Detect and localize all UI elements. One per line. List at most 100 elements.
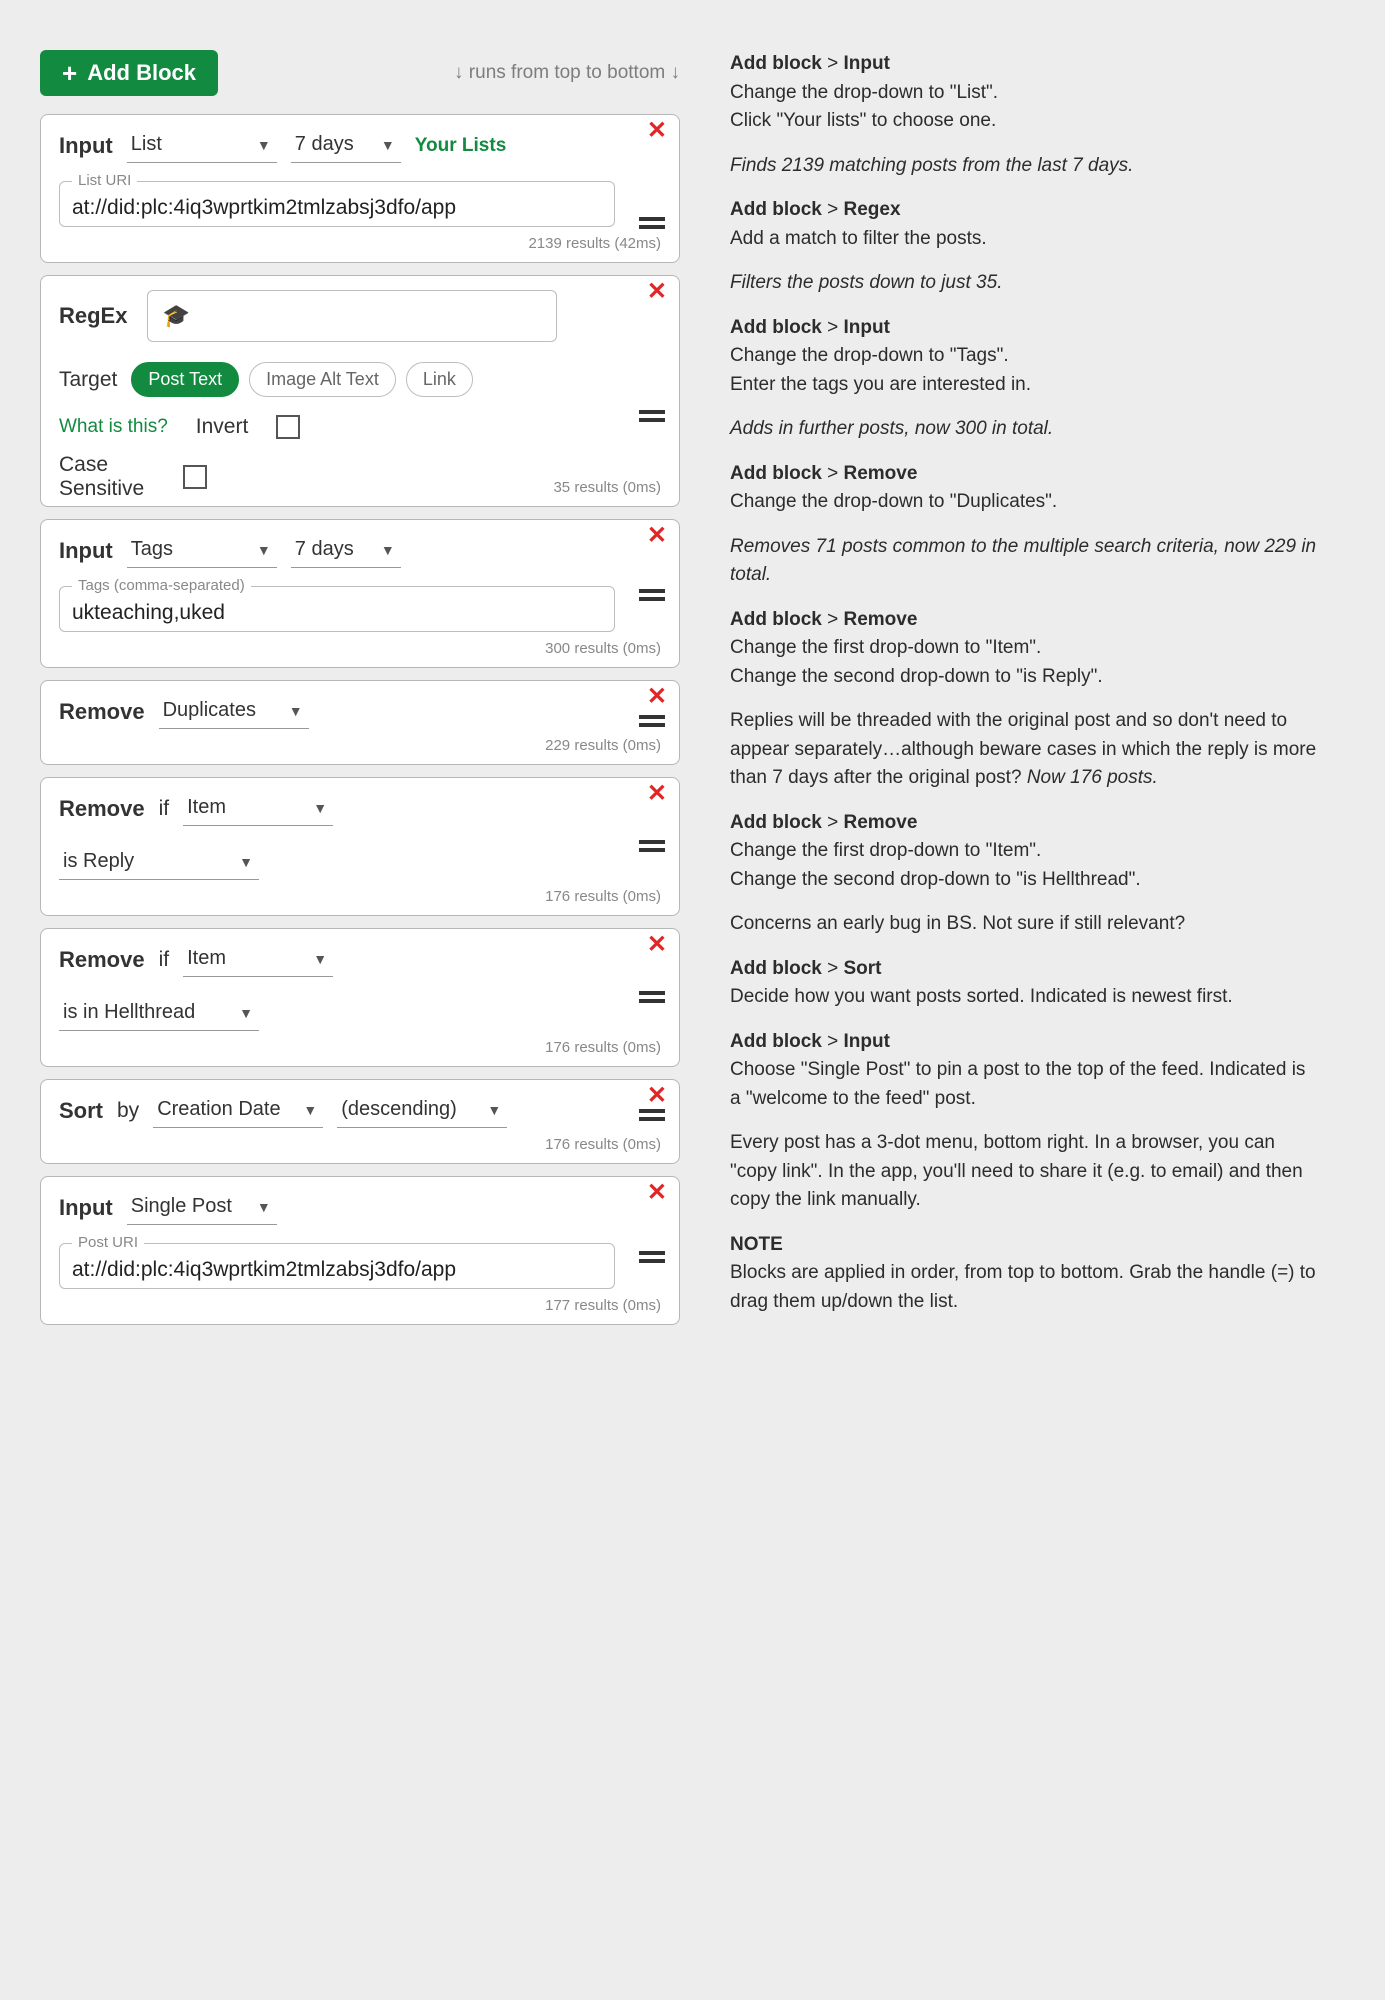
regex-pattern-input[interactable]: 🎓 [147, 290, 557, 342]
block-title: Remove [59, 796, 145, 822]
block-remove-hellthread: ✕ Remove if Item ▼ is in Hellthread ▼ 17… [40, 928, 680, 1067]
select-value: Item [187, 947, 226, 970]
block-title: RegEx [59, 303, 127, 329]
chevron-down-icon: ▼ [381, 542, 395, 558]
field-label: Post URI [72, 1234, 144, 1251]
close-icon[interactable]: ✕ [647, 1084, 667, 1108]
close-icon[interactable]: ✕ [647, 280, 667, 304]
add-block-button[interactable]: + Add Block [40, 50, 218, 96]
regex-value: 🎓 [162, 303, 189, 329]
invert-label: Invert [196, 415, 249, 439]
results-text: 2139 results (42ms) [59, 235, 661, 252]
invert-checkbox[interactable] [276, 415, 300, 439]
select-value: Single Post [131, 1195, 232, 1218]
chip-image-alt[interactable]: Image Alt Text [249, 362, 396, 397]
remove-subject-select[interactable]: Item ▼ [183, 943, 333, 977]
drag-handle-icon[interactable] [639, 715, 665, 727]
drag-handle-icon[interactable] [639, 410, 665, 422]
sort-order-select[interactable]: (descending) ▼ [337, 1094, 507, 1128]
close-icon[interactable]: ✕ [647, 119, 667, 143]
drag-handle-icon[interactable] [639, 589, 665, 601]
chevron-down-icon: ▼ [381, 137, 395, 153]
select-value: (descending) [341, 1098, 457, 1121]
input-type-select[interactable]: Tags ▼ [127, 534, 277, 568]
case-checkbox[interactable] [183, 465, 207, 489]
field-value: at://did:plc:4iq3wprtkim2tmlzabsj3dfo/ap… [72, 196, 602, 220]
runs-hint: ↓ runs from top to bottom ↓ [454, 62, 680, 84]
your-lists-link[interactable]: Your Lists [415, 135, 507, 157]
chevron-down-icon: ▼ [313, 800, 327, 816]
select-value: 7 days [295, 133, 354, 156]
by-label: by [117, 1099, 139, 1123]
block-input-tags: ✕ Input Tags ▼ 7 days ▼ Tags (comma-sepa… [40, 519, 680, 668]
drag-handle-icon[interactable] [639, 991, 665, 1003]
block-title: Remove [59, 699, 145, 725]
remove-type-select[interactable]: Duplicates ▼ [159, 695, 309, 729]
results-text: 300 results (0ms) [59, 640, 661, 657]
select-value: Tags [131, 538, 173, 561]
drag-handle-icon[interactable] [639, 840, 665, 852]
chevron-down-icon: ▼ [257, 137, 271, 153]
block-remove-duplicates: ✕ Remove Duplicates ▼ 229 results (0ms) [40, 680, 680, 765]
chevron-down-icon: ▼ [239, 1005, 253, 1021]
block-regex: ✕ RegEx 🎓 Target Post Text Image Alt Tex… [40, 275, 680, 507]
field-label: List URI [72, 172, 137, 189]
block-input-single: ✕ Input Single Post ▼ Post URI at://did:… [40, 1176, 680, 1325]
chevron-down-icon: ▼ [257, 542, 271, 558]
block-title: Sort [59, 1098, 103, 1124]
close-icon[interactable]: ✕ [647, 685, 667, 709]
chevron-down-icon: ▼ [289, 703, 303, 719]
plus-icon: + [62, 60, 77, 86]
close-icon[interactable]: ✕ [647, 782, 667, 806]
input-type-select[interactable]: List ▼ [127, 129, 277, 163]
field-value: at://did:plc:4iq3wprtkim2tmlzabsj3dfo/ap… [72, 1258, 602, 1282]
field-value: ukteaching,uked [72, 601, 602, 625]
results-text: 229 results (0ms) [59, 737, 661, 754]
chevron-down-icon: ▼ [257, 1199, 271, 1215]
select-value: is Reply [63, 850, 134, 873]
block-title: Input [59, 538, 113, 564]
field-label: Tags (comma-separated) [72, 577, 251, 594]
block-title: Remove [59, 947, 145, 973]
close-icon[interactable]: ✕ [647, 1181, 667, 1205]
instructions: Add block > Input Change the drop-down t… [730, 50, 1320, 1337]
input-type-select[interactable]: Single Post ▼ [127, 1191, 277, 1225]
chip-post-text[interactable]: Post Text [131, 362, 239, 397]
select-value: Duplicates [163, 699, 256, 722]
case-label: Case Sensitive [59, 453, 159, 501]
if-label: if [159, 797, 170, 821]
close-icon[interactable]: ✕ [647, 524, 667, 548]
duration-select[interactable]: 7 days ▼ [291, 534, 401, 568]
results-text: 176 results (0ms) [59, 888, 661, 905]
list-uri-input[interactable]: List URI at://did:plc:4iq3wprtkim2tmlzab… [59, 181, 615, 227]
duration-select[interactable]: 7 days ▼ [291, 129, 401, 163]
select-value: Creation Date [157, 1098, 280, 1121]
drag-handle-icon[interactable] [639, 1109, 665, 1121]
remove-condition-select[interactable]: is in Hellthread ▼ [59, 997, 259, 1031]
chevron-down-icon: ▼ [313, 951, 327, 967]
chevron-down-icon: ▼ [239, 854, 253, 870]
select-value: 7 days [295, 538, 354, 561]
chevron-down-icon: ▼ [303, 1102, 317, 1118]
block-remove-reply: ✕ Remove if Item ▼ is Reply ▼ 176 result… [40, 777, 680, 916]
block-input-list: ✕ Input List ▼ 7 days ▼ Your Lists List … [40, 114, 680, 263]
post-uri-input[interactable]: Post URI at://did:plc:4iq3wprtkim2tmlzab… [59, 1243, 615, 1289]
results-text: 176 results (0ms) [59, 1136, 661, 1153]
drag-handle-icon[interactable] [639, 217, 665, 229]
add-block-label: Add Block [87, 60, 196, 86]
drag-handle-icon[interactable] [639, 1251, 665, 1263]
select-value: List [131, 133, 162, 156]
chevron-down-icon: ▼ [487, 1102, 501, 1118]
block-title: Input [59, 1195, 113, 1221]
remove-condition-select[interactable]: is Reply ▼ [59, 846, 259, 880]
block-title: Input [59, 133, 113, 159]
what-is-this-link[interactable]: What is this? [59, 416, 168, 438]
close-icon[interactable]: ✕ [647, 933, 667, 957]
if-label: if [159, 948, 170, 972]
select-value: is in Hellthread [63, 1001, 195, 1024]
chip-link[interactable]: Link [406, 362, 473, 397]
target-label: Target [59, 368, 117, 392]
tags-input[interactable]: Tags (comma-separated) ukteaching,uked [59, 586, 615, 632]
remove-subject-select[interactable]: Item ▼ [183, 792, 333, 826]
sort-field-select[interactable]: Creation Date ▼ [153, 1094, 323, 1128]
